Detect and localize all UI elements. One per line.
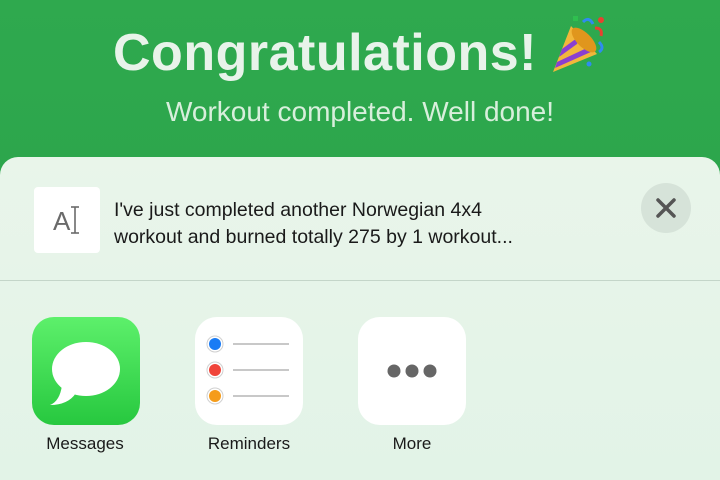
page-title: Congratulations! — [0, 14, 720, 89]
messages-app-button[interactable] — [32, 317, 140, 425]
share-preview: A I've just completed another Norwegian … — [0, 157, 720, 281]
more-button[interactable] — [358, 317, 466, 425]
ellipsis-icon — [387, 364, 437, 378]
divider — [0, 280, 720, 281]
share-text-line-2: workout and burned totally 275 by 1 work… — [114, 226, 513, 248]
subtitle: Workout completed. Well done! — [165, 96, 555, 127]
title-text: Congratulations! — [113, 24, 537, 82]
thumbnail-glyph: A — [53, 206, 71, 236]
share-text-line-1: I've just completed another Norwegian 4x… — [114, 199, 482, 221]
share-sheet: A I've just completed another Norwegian … — [0, 157, 720, 480]
reminders-app-button[interactable] — [195, 317, 303, 425]
text-format-icon: A — [34, 187, 100, 253]
congratulations-header: Congratulations! Workout completed. Well… — [0, 0, 720, 160]
x-mark-icon — [656, 198, 676, 218]
share-message-text: I've just completed another Norwegian 4x… — [114, 197, 614, 251]
more-label: More — [392, 434, 432, 453]
messages-icon — [50, 342, 120, 405]
messages-label: Messages — [46, 434, 124, 453]
reminders-label: Reminders — [207, 434, 291, 453]
party-popper-icon — [549, 14, 607, 89]
close-button[interactable] — [641, 183, 691, 233]
reminders-icon — [206, 335, 289, 405]
